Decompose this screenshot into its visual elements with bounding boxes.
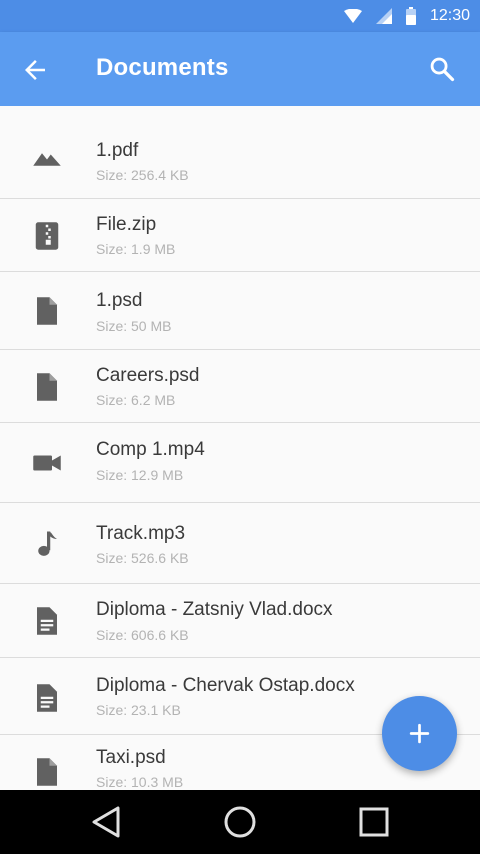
file-size: Size: 23.1 KB <box>96 702 181 718</box>
file-name: Taxi.psd <box>96 747 166 768</box>
file-icon <box>37 373 57 401</box>
file-name: Comp 1.mp4 <box>96 439 205 460</box>
file-name: 1.pdf <box>96 140 139 161</box>
home-circle-icon[interactable] <box>222 804 258 840</box>
document-icon <box>37 607 57 635</box>
list-item[interactable]: Diploma - Zatsniy Vlad.docx Size: 606.6 … <box>0 584 480 658</box>
status-icons: 12:30 <box>343 6 470 26</box>
file-name: 1.psd <box>96 290 143 311</box>
file-name: Diploma - Zatsniy Vlad.docx <box>96 599 333 620</box>
add-button[interactable] <box>382 696 457 771</box>
search-icon[interactable] <box>428 55 456 83</box>
file-name: File.zip <box>96 214 157 235</box>
file-size: Size: 10.3 MB <box>96 774 184 790</box>
file-name: Diploma - Chervak Ostap.docx <box>96 675 355 696</box>
arrow-back-icon[interactable] <box>20 55 50 85</box>
status-bar: 12:30 <box>0 0 480 32</box>
list-item[interactable]: Comp 1.mp4 Size: 12.9 MB <box>0 423 480 503</box>
wifi-icon <box>343 9 362 23</box>
page-title: Documents <box>96 54 229 81</box>
document-icon <box>37 684 57 712</box>
video-icon <box>33 455 61 471</box>
file-list: 1.pdf Size: 256.4 KB File.zip Size: 1.9 … <box>0 106 480 790</box>
zip-icon <box>35 222 59 250</box>
file-size: Size: 256.4 KB <box>96 167 189 183</box>
file-size: Size: 6.2 MB <box>96 392 176 408</box>
image-icon <box>33 153 61 166</box>
music-note-icon <box>38 531 57 556</box>
list-item[interactable]: 1.psd Size: 50 MB <box>0 272 480 350</box>
file-name: Careers.psd <box>96 365 200 386</box>
list-item[interactable]: 1.pdf Size: 256.4 KB <box>0 106 480 199</box>
recents-square-icon[interactable] <box>356 804 392 840</box>
file-icon <box>37 297 57 325</box>
status-time: 12:30 <box>429 7 470 24</box>
battery-icon <box>405 7 416 25</box>
file-size: Size: 606.6 KB <box>96 627 189 643</box>
file-icon <box>37 758 57 786</box>
list-item[interactable]: File.zip Size: 1.9 MB <box>0 199 480 272</box>
signal-icon <box>375 8 392 24</box>
file-size: Size: 12.9 MB <box>96 467 184 483</box>
navigation-bar <box>0 790 480 854</box>
list-item[interactable]: Track.mp3 Size: 526.6 KB <box>0 503 480 584</box>
file-size: Size: 526.6 KB <box>96 550 189 566</box>
add-icon <box>409 723 430 744</box>
back-triangle-icon[interactable] <box>88 804 124 840</box>
app-bar: Documents <box>0 32 480 106</box>
file-size: Size: 50 MB <box>96 318 172 334</box>
list-item[interactable]: Careers.psd Size: 6.2 MB <box>0 350 480 423</box>
file-name: Track.mp3 <box>96 523 186 544</box>
file-size: Size: 1.9 MB <box>96 241 176 257</box>
